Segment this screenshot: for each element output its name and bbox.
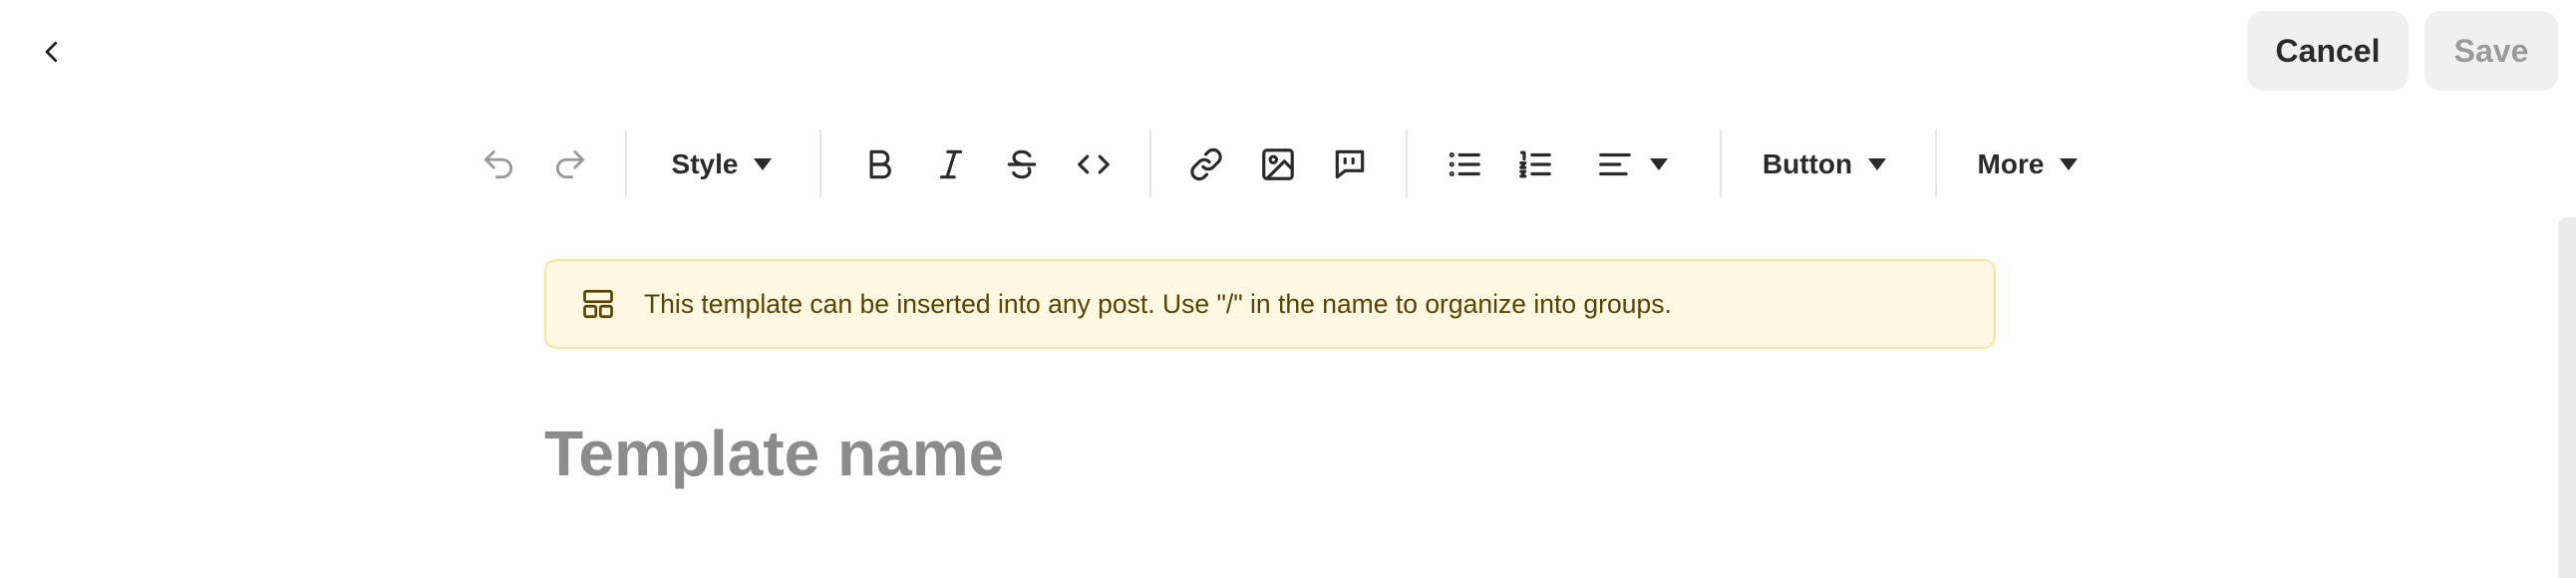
code-icon [1078,154,1110,174]
style-dropdown[interactable]: Style [666,130,778,199]
template-name-input[interactable] [544,409,1996,498]
toolbar-divider [625,130,627,197]
image-icon [1262,148,1294,180]
more-dropdown-label: More [1977,148,2045,179]
toolbar-divider [819,130,821,197]
code-button[interactable] [1071,130,1117,199]
toolbar-divider [1406,130,1408,197]
caret-down-icon [1868,158,1887,170]
link-button[interactable] [1184,130,1228,199]
caret-down-icon [754,158,773,170]
button-dropdown-label: Button [1762,148,1853,179]
caret-down-icon [2060,158,2079,170]
strikethrough-icon [1007,149,1037,179]
info-banner: This template can be inserted into any p… [544,259,1996,349]
numbered-list-icon [1519,150,1551,178]
strikethrough-button[interactable] [1000,130,1044,199]
bold-button[interactable] [857,130,901,199]
banner-text: This template can be inserted into any p… [644,288,1672,319]
caret-down-icon [1650,158,1668,170]
save-button[interactable]: Save [2424,11,2558,91]
editor-toolbar: Style Button More [0,130,2576,199]
more-dropdown[interactable]: More [1972,130,2084,199]
align-left-icon [1599,152,1631,176]
template-icon [580,286,616,322]
link-icon [1190,147,1222,181]
align-dropdown[interactable] [1587,130,1677,199]
numbered-list-button[interactable] [1513,130,1557,199]
toolbar-divider [1149,130,1151,197]
undo-icon [483,149,513,179]
toolbar-divider [1720,130,1722,197]
undo-button[interactable] [477,130,520,199]
toolbar-divider [1935,130,1937,197]
chevron-left-icon [45,41,58,63]
quote-button[interactable] [1328,130,1372,199]
quote-icon [1335,149,1365,179]
redo-button[interactable] [548,130,592,199]
scrollbar[interactable] [2558,217,2576,578]
bullet-list-icon [1449,151,1480,177]
style-dropdown-label: Style [671,148,739,179]
image-button[interactable] [1256,130,1300,199]
bullet-list-button[interactable] [1443,130,1486,199]
cancel-button[interactable]: Cancel [2247,11,2409,91]
redo-icon [555,149,585,179]
back-button[interactable] [30,30,74,74]
button-dropdown[interactable]: Button [1757,130,1892,199]
italic-button[interactable] [929,130,973,199]
italic-icon [939,149,963,179]
bold-icon [869,149,891,179]
